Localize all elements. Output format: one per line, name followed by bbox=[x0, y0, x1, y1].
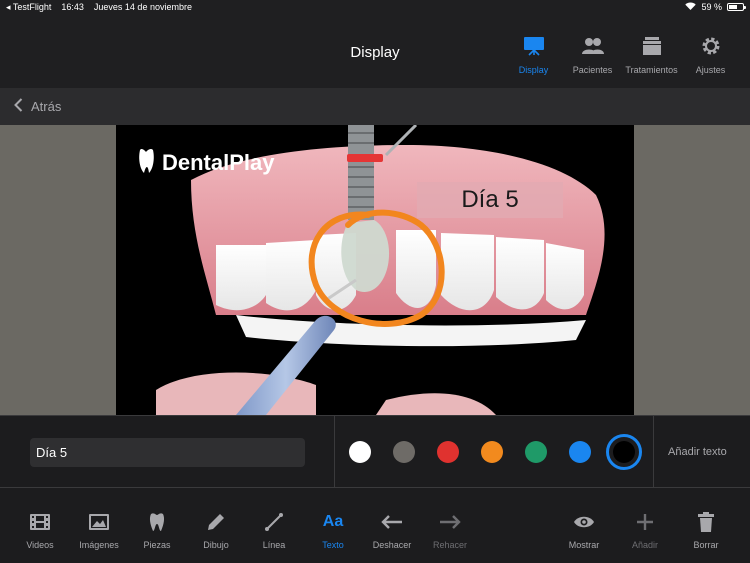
display-area: DentalPlay Día 5 bbox=[0, 125, 750, 415]
text-aa-icon: Aa bbox=[303, 511, 363, 533]
battery-percent: 59 % bbox=[701, 2, 722, 12]
rehacer-label: Rehacer bbox=[432, 540, 468, 550]
back-bar: Atrás bbox=[0, 88, 750, 125]
mostrar-label: Mostrar bbox=[568, 540, 600, 550]
tab-tratamientos-label: Tratamientos bbox=[625, 65, 678, 75]
color-swatch[interactable] bbox=[525, 441, 547, 463]
nav-tabs: Display Pacientes Tratamientos Ajustes bbox=[504, 34, 740, 75]
videos-button[interactable]: Videos bbox=[10, 511, 70, 550]
linea-button[interactable]: Línea bbox=[244, 511, 304, 550]
color-swatch[interactable] bbox=[437, 441, 459, 463]
tab-display-label: Display bbox=[518, 65, 549, 75]
color-swatch[interactable] bbox=[481, 441, 503, 463]
videos-label: Videos bbox=[26, 540, 54, 550]
tab-ajustes-label: Ajustes bbox=[695, 65, 726, 75]
add-text-button[interactable]: Añadir texto bbox=[668, 446, 727, 458]
pencil-icon bbox=[186, 511, 246, 533]
rehacer-button[interactable]: Rehacer bbox=[420, 511, 480, 550]
tab-ajustes[interactable]: Ajustes bbox=[681, 34, 740, 75]
tab-display[interactable]: Display bbox=[504, 34, 563, 75]
dibujo-button[interactable]: Dibujo bbox=[186, 511, 246, 550]
dentalplay-logo-icon bbox=[139, 149, 154, 173]
selected-color-dot bbox=[613, 441, 635, 463]
status-time: 16:43 bbox=[61, 2, 84, 12]
deshacer-label: Deshacer bbox=[372, 540, 412, 550]
arrow-left-icon bbox=[362, 511, 422, 533]
texto-label: Texto bbox=[322, 540, 344, 550]
dibujo-label: Dibujo bbox=[203, 540, 229, 550]
text-controls: Añadir texto bbox=[0, 415, 750, 488]
battery-icon bbox=[727, 3, 746, 11]
dentalplay-logo-text: DentalPlay bbox=[162, 150, 275, 175]
tab-pacientes[interactable]: Pacientes bbox=[563, 34, 622, 75]
back-to-app-link[interactable]: ◂ TestFlight bbox=[6, 2, 51, 13]
status-date: Jueves 14 de noviembre bbox=[93, 2, 192, 12]
dental-illustration: DentalPlay bbox=[139, 125, 605, 415]
deshacer-button[interactable]: Deshacer bbox=[362, 511, 422, 550]
canvas-text-overlay[interactable]: Día 5 bbox=[417, 182, 563, 218]
arrow-right-icon bbox=[420, 511, 480, 533]
back-button[interactable]: Atrás bbox=[14, 98, 61, 115]
navigation-bar: Display Display Pacientes Tratamientos A… bbox=[0, 16, 750, 88]
drawing-canvas[interactable]: DentalPlay Día 5 bbox=[116, 125, 634, 415]
color-swatch[interactable] bbox=[569, 441, 591, 463]
film-icon bbox=[10, 511, 70, 533]
text-aa-glyph: Aa bbox=[322, 513, 344, 530]
plus-icon bbox=[615, 511, 675, 533]
color-swatch[interactable] bbox=[606, 434, 642, 470]
status-app-name: TestFlight bbox=[12, 2, 52, 12]
imagenes-label: Imágenes bbox=[79, 540, 119, 550]
text-input[interactable] bbox=[30, 438, 305, 467]
bottom-toolbar: Videos Imágenes Piezas Dibujo Línea Aa T… bbox=[0, 489, 750, 563]
divider bbox=[334, 416, 335, 488]
back-label: Atrás bbox=[31, 99, 62, 114]
status-bar: ◂ TestFlight 16:43 Jueves 14 de noviembr… bbox=[0, 0, 750, 16]
linea-label: Línea bbox=[262, 540, 286, 550]
projector-icon bbox=[504, 34, 563, 58]
texto-button[interactable]: Aa Texto bbox=[303, 511, 363, 550]
tooth-icon bbox=[127, 511, 187, 533]
imagenes-button[interactable]: Imágenes bbox=[69, 511, 129, 550]
anadir-label: Añadir bbox=[631, 540, 658, 550]
borrar-label: Borrar bbox=[693, 540, 719, 550]
tab-tratamientos[interactable]: Tratamientos bbox=[622, 34, 681, 75]
piezas-button[interactable]: Piezas bbox=[127, 511, 187, 550]
anadir-button[interactable]: Añadir bbox=[615, 511, 675, 550]
gear-icon bbox=[681, 34, 740, 58]
borrar-button[interactable]: Borrar bbox=[676, 511, 736, 550]
divider bbox=[653, 416, 654, 488]
chevron-left-icon bbox=[14, 98, 23, 115]
wifi-icon bbox=[685, 2, 697, 12]
line-icon bbox=[244, 511, 304, 533]
color-swatch[interactable] bbox=[349, 441, 371, 463]
battery-fill bbox=[729, 5, 737, 9]
trash-icon bbox=[676, 511, 736, 533]
eye-icon bbox=[554, 511, 614, 533]
mostrar-button[interactable]: Mostrar bbox=[554, 511, 614, 550]
stack-icon bbox=[622, 34, 681, 58]
patients-icon bbox=[563, 34, 622, 58]
color-swatch[interactable] bbox=[393, 441, 415, 463]
piezas-label: Piezas bbox=[143, 540, 171, 550]
image-icon bbox=[69, 511, 129, 533]
tab-pacientes-label: Pacientes bbox=[572, 65, 613, 75]
